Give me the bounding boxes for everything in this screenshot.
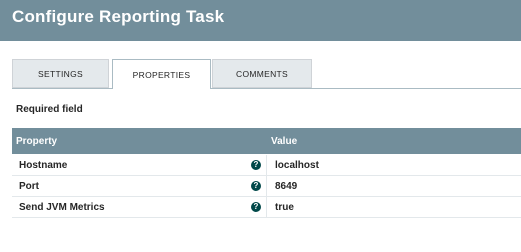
- property-name: Hostname: [19, 160, 68, 171]
- tab-comments[interactable]: COMMENTS: [212, 59, 312, 88]
- help-icon[interactable]: ?: [251, 160, 261, 170]
- property-column-header[interactable]: Property: [16, 136, 57, 147]
- property-value[interactable]: 8649: [275, 181, 297, 192]
- required-field-label: Required field: [16, 104, 83, 115]
- help-icon[interactable]: ?: [251, 181, 261, 191]
- property-value[interactable]: localhost: [275, 160, 319, 171]
- column-divider: [266, 197, 267, 218]
- table-row[interactable]: Send JVM Metrics ? true: [12, 197, 521, 218]
- tab-comments-label: COMMENTS: [236, 68, 288, 79]
- tab-settings[interactable]: SETTINGS: [12, 59, 109, 88]
- tab-properties[interactable]: PROPERTIES: [112, 59, 211, 89]
- value-column-header[interactable]: Value: [271, 136, 297, 147]
- table-row[interactable]: Hostname ? localhost: [12, 155, 521, 176]
- column-divider: [266, 176, 267, 197]
- property-name: Port: [19, 181, 39, 192]
- property-name: Send JVM Metrics: [19, 202, 105, 213]
- tab-divider: [12, 88, 521, 89]
- active-tab-gap: [113, 88, 210, 89]
- table-row[interactable]: Port ? 8649: [12, 176, 521, 197]
- column-divider: [266, 155, 267, 176]
- tab-properties-label: PROPERTIES: [132, 69, 191, 80]
- dialog-title: Configure Reporting Task: [12, 7, 225, 26]
- tab-settings-label: SETTINGS: [38, 68, 83, 79]
- help-icon[interactable]: ?: [251, 202, 261, 212]
- property-value[interactable]: true: [275, 202, 294, 213]
- property-grid-header: Property Value: [12, 128, 521, 154]
- dialog-header: Configure Reporting Task: [0, 0, 521, 41]
